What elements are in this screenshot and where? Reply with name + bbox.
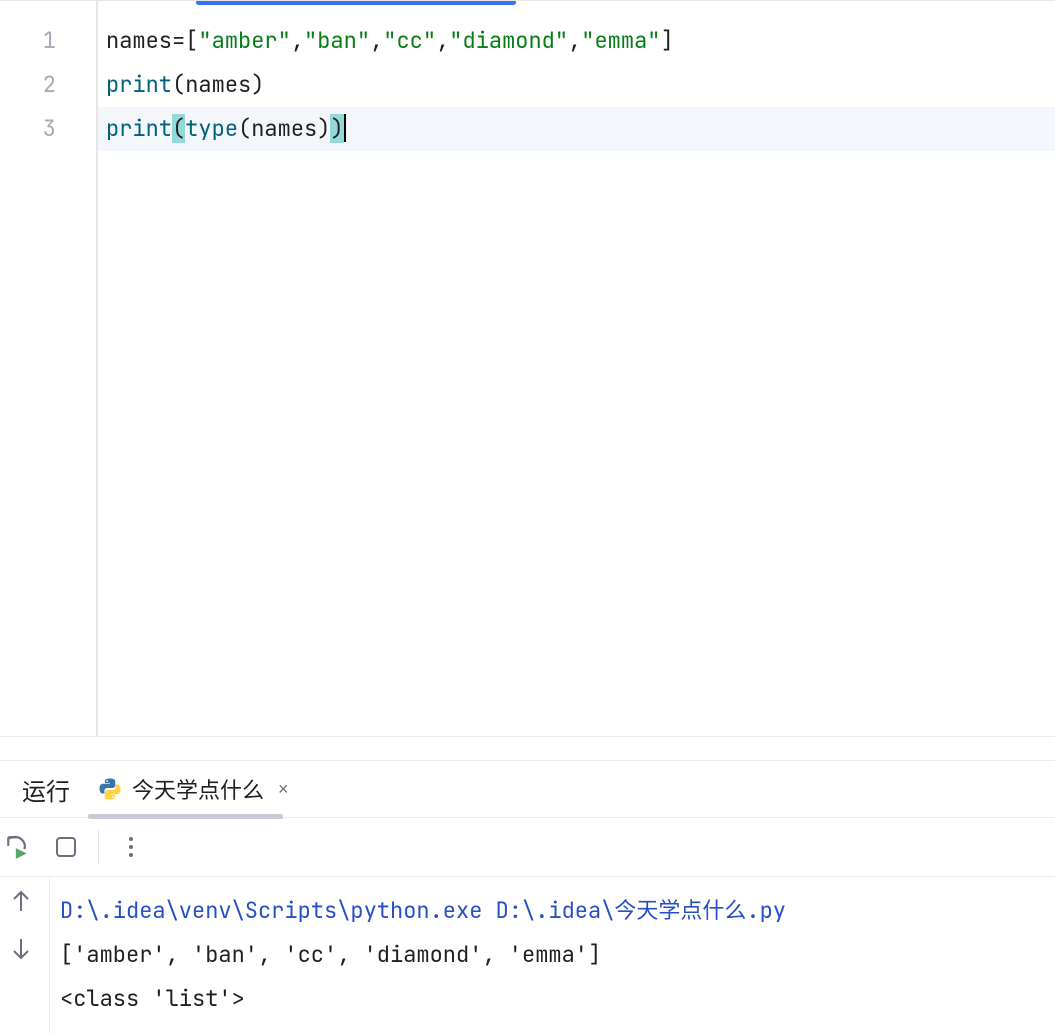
code-token: (names) bbox=[238, 114, 330, 143]
code-token: "emma" bbox=[581, 26, 660, 55]
code-line[interactable]: print(type(names)) bbox=[98, 107, 1055, 151]
run-panel-label[interactable]: 运行 bbox=[4, 772, 88, 807]
code-token: (names) bbox=[172, 70, 264, 99]
panel-divider[interactable] bbox=[0, 736, 1055, 760]
python-icon bbox=[98, 777, 122, 801]
console-gutter bbox=[0, 877, 50, 1033]
code-line[interactable]: print(names) bbox=[98, 63, 1055, 107]
arrow-up-icon bbox=[11, 889, 31, 913]
run-tab-title: 今天学点什么 bbox=[132, 773, 264, 805]
arrow-down-icon bbox=[11, 937, 31, 961]
console-line: ['amber', 'ban', 'cc', 'diamond', 'emma'… bbox=[60, 933, 1045, 977]
line-number: 2 bbox=[0, 63, 56, 107]
code-token: , bbox=[370, 26, 383, 55]
toolbar-separator bbox=[98, 830, 99, 864]
stop-icon bbox=[56, 837, 76, 857]
run-tabs-bar: 运行 今天学点什么 × bbox=[0, 761, 1055, 817]
kebab-icon bbox=[128, 836, 134, 858]
more-button[interactable] bbox=[115, 831, 147, 863]
code-token: , bbox=[436, 26, 449, 55]
text-cursor bbox=[344, 114, 346, 142]
scroll-down-button[interactable] bbox=[11, 937, 39, 965]
line-number-gutter: 123 bbox=[0, 1, 98, 736]
code-token: "cc" bbox=[383, 26, 436, 55]
code-token: ) bbox=[330, 114, 343, 143]
code-token: =[ bbox=[172, 26, 198, 55]
code-token: ( bbox=[172, 114, 185, 143]
code-token: print bbox=[106, 70, 172, 99]
code-content[interactable]: names=["amber","ban","cc","diamond","emm… bbox=[98, 1, 1055, 736]
scroll-up-button[interactable] bbox=[11, 889, 39, 917]
code-token: "ban" bbox=[304, 26, 370, 55]
run-panel: 运行 今天学点什么 × bbox=[0, 760, 1055, 1033]
line-number: 1 bbox=[0, 19, 56, 63]
code-token: ] bbox=[660, 26, 673, 55]
code-token: type bbox=[185, 114, 238, 143]
code-line[interactable]: names=["amber","ban","cc","diamond","emm… bbox=[98, 19, 1055, 63]
code-token: names bbox=[106, 26, 172, 55]
console-line: D:\.idea\venv\Scripts\python.exe D:\.ide… bbox=[60, 889, 1045, 933]
code-token: print bbox=[106, 114, 172, 143]
line-number: 3 bbox=[0, 107, 56, 151]
run-body: D:\.idea\venv\Scripts\python.exe D:\.ide… bbox=[0, 877, 1055, 1033]
stop-button[interactable] bbox=[50, 831, 82, 863]
rerun-button[interactable] bbox=[2, 831, 34, 863]
code-token: , bbox=[291, 26, 304, 55]
rerun-icon bbox=[5, 834, 31, 860]
console-line: <class 'list'> bbox=[60, 977, 1045, 1021]
code-token: "amber" bbox=[198, 26, 290, 55]
close-icon[interactable]: × bbox=[274, 779, 293, 800]
code-token: , bbox=[568, 26, 581, 55]
run-tab[interactable]: 今天学点什么 × bbox=[88, 761, 303, 817]
code-token: "diamond" bbox=[449, 26, 568, 55]
console-output[interactable]: D:\.idea\venv\Scripts\python.exe D:\.ide… bbox=[50, 877, 1055, 1033]
tab-underline bbox=[88, 814, 283, 819]
run-toolbar bbox=[0, 817, 1055, 877]
code-editor[interactable]: 123 names=["amber","ban","cc","diamond",… bbox=[0, 0, 1055, 736]
